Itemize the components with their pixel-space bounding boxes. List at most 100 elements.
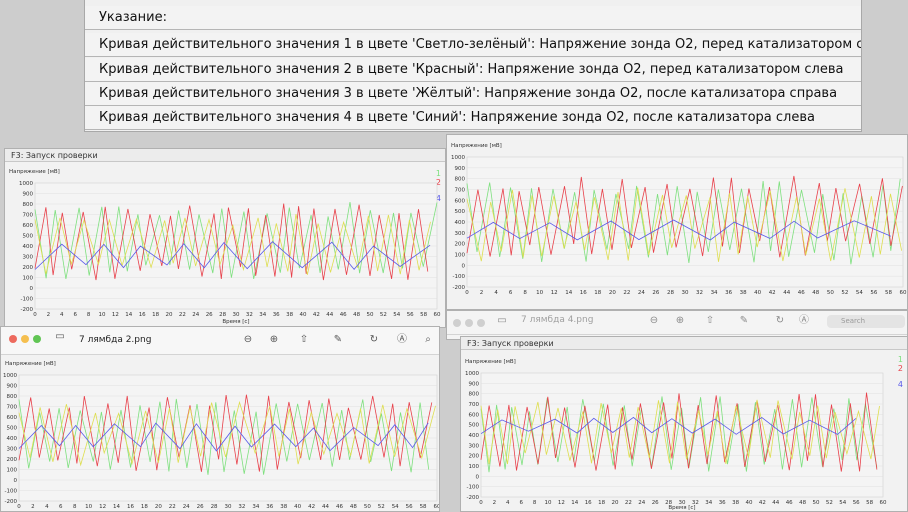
x-tick-label: 54 (393, 312, 400, 318)
x-tick-label: 30 (233, 312, 240, 318)
x-tick-label: 38 (280, 504, 287, 510)
x-tick-label: 56 (870, 290, 877, 296)
x-tick-label: 36 (266, 504, 273, 510)
zoom-in-icon[interactable]: ⊕ (267, 333, 281, 347)
legend-heading: Указание: (85, 6, 861, 30)
minimize-button[interactable] (21, 335, 29, 343)
x-tick-label: 60 (900, 290, 907, 296)
x-tick-label: 40 (294, 504, 301, 510)
close-button[interactable] (9, 335, 17, 343)
x-tick-label: 36 (719, 500, 726, 506)
x-tick-label: 50 (364, 504, 371, 510)
x-tick-label: 50 (827, 290, 834, 296)
x-tick-label: 56 (407, 312, 414, 318)
x-tick-label: 54 (839, 500, 846, 506)
x-tick-label: 6 (59, 504, 63, 510)
share-icon[interactable]: ⇧ (297, 333, 311, 347)
annotate-icon[interactable]: Ⓐ (395, 333, 409, 347)
y-tick-label: 100 (23, 276, 34, 282)
minimize-button[interactable] (465, 319, 473, 327)
x-tick-label: 28 (667, 290, 674, 296)
x-tick-label: 60 (434, 312, 441, 318)
x-tick-label: 22 (169, 504, 176, 510)
y-tick-label: 100 (7, 468, 18, 474)
y-tick-label: 600 (7, 415, 18, 421)
x-tick-label: 8 (87, 312, 91, 318)
x-tick-label: 46 (798, 290, 805, 296)
x-tick-label: 18 (141, 504, 148, 510)
x-tick-label: 24 (183, 504, 190, 510)
x-tick-label: 48 (799, 500, 806, 506)
x-tick-label: 10 (85, 504, 92, 510)
voltage-chart: -200-10001002003004005006007008009001000… (9, 169, 441, 325)
y-tick-label: -200 (467, 495, 480, 501)
x-tick-label: 38 (740, 290, 747, 296)
x-tick-label: 60 (434, 504, 441, 510)
x-tick-label: 32 (238, 504, 245, 510)
zoom-in-icon[interactable]: ⊕ (673, 314, 687, 328)
close-button[interactable] (453, 319, 461, 327)
x-tick-label: 20 (609, 290, 616, 296)
rotate-icon[interactable]: ↻ (367, 333, 381, 347)
share-icon[interactable]: ⇧ (703, 314, 717, 328)
x-tick-label: 28 (211, 504, 218, 510)
markup-icon[interactable]: ✎ (737, 314, 751, 328)
y-tick-label: 500 (469, 423, 480, 429)
x-tick-label: 40 (746, 500, 753, 506)
window-bottom-right: F3: Запуск проверки 1 2 4 -200 -100 0 100 20… (460, 336, 908, 512)
y-tick-label: -100 (453, 274, 466, 280)
search-placeholder: Search (841, 317, 866, 325)
y-tick-label: 500 (23, 234, 34, 240)
markup-icon[interactable]: ✎ (331, 333, 345, 347)
y-tick-label: 900 (469, 381, 480, 387)
x-tick-label: 26 (652, 290, 659, 296)
x-tick-label: 16 (585, 500, 592, 506)
y-tick-label: 400 (455, 220, 466, 226)
zoom-button[interactable] (477, 319, 485, 327)
toolbar: ▭ 7 лямбда 2.png ⊖ ⊕ ⇧ ✎ ↻ Ⓐ ⌕ (1, 327, 439, 355)
x-tick-label: 26 (652, 500, 659, 506)
annotate-icon[interactable]: Ⓐ (797, 314, 811, 328)
x-tick-label: 20 (155, 504, 162, 510)
y-axis-label: Напряжение [мВ] (451, 143, 502, 149)
x-tick-label: 24 (638, 290, 645, 296)
y-tick-label: 700 (469, 402, 480, 408)
x-tick-label: 16 (127, 504, 134, 510)
x-tick-label: 14 (565, 290, 572, 296)
sidebar-toggle-icon[interactable]: ▭ (53, 330, 67, 344)
x-tick-label: 8 (73, 504, 77, 510)
search-icon[interactable]: ⌕ (421, 333, 435, 347)
search-input[interactable]: Search (827, 315, 905, 328)
x-tick-label: 50 (813, 500, 820, 506)
x-tick-label: 54 (392, 504, 399, 510)
legend-row-4: Кривая действительного значения 4 в цвет… (85, 106, 861, 130)
y-tick-label: 900 (7, 384, 18, 390)
y-tick-label: 200 (23, 265, 34, 271)
x-tick-label: 12 (112, 312, 119, 318)
y-tick-label: 200 (7, 457, 18, 463)
x-tick-label: 44 (783, 290, 790, 296)
x-tick-label: 58 (420, 504, 427, 510)
y-tick-label: 300 (7, 447, 18, 453)
x-tick-label: 18 (152, 312, 159, 318)
y-tick-label: -200 (5, 499, 18, 505)
x-tick-label: 22 (179, 312, 186, 318)
x-tick-label: 56 (853, 500, 860, 506)
rotate-icon[interactable]: ↻ (773, 314, 787, 328)
x-tick-label: 60 (880, 500, 887, 506)
x-tick-label: 36 (725, 290, 732, 296)
voltage-chart: -200-10001002003004005006007008009001000… (1, 355, 441, 511)
window-preview-2: ▭ 7 лямбда 2.png ⊖ ⊕ ⇧ ✎ ↻ Ⓐ ⌕ -200 -100 0… (0, 326, 440, 512)
y-tick-label: -200 (21, 307, 34, 313)
x-tick-label: 40 (754, 290, 761, 296)
zoom-button[interactable] (33, 335, 41, 343)
sidebar-toggle-icon[interactable]: ▭ (495, 314, 509, 328)
y-tick-label: 800 (455, 177, 466, 183)
x-tick-label: 2 (480, 290, 484, 296)
y-tick-label: 800 (469, 392, 480, 398)
zoom-out-icon[interactable]: ⊖ (647, 314, 661, 328)
zoom-out-icon[interactable]: ⊖ (241, 333, 255, 347)
y-tick-label: 0 (14, 478, 18, 484)
x-tick-label: 34 (711, 290, 718, 296)
x-axis-label: Время [с] (222, 319, 249, 325)
